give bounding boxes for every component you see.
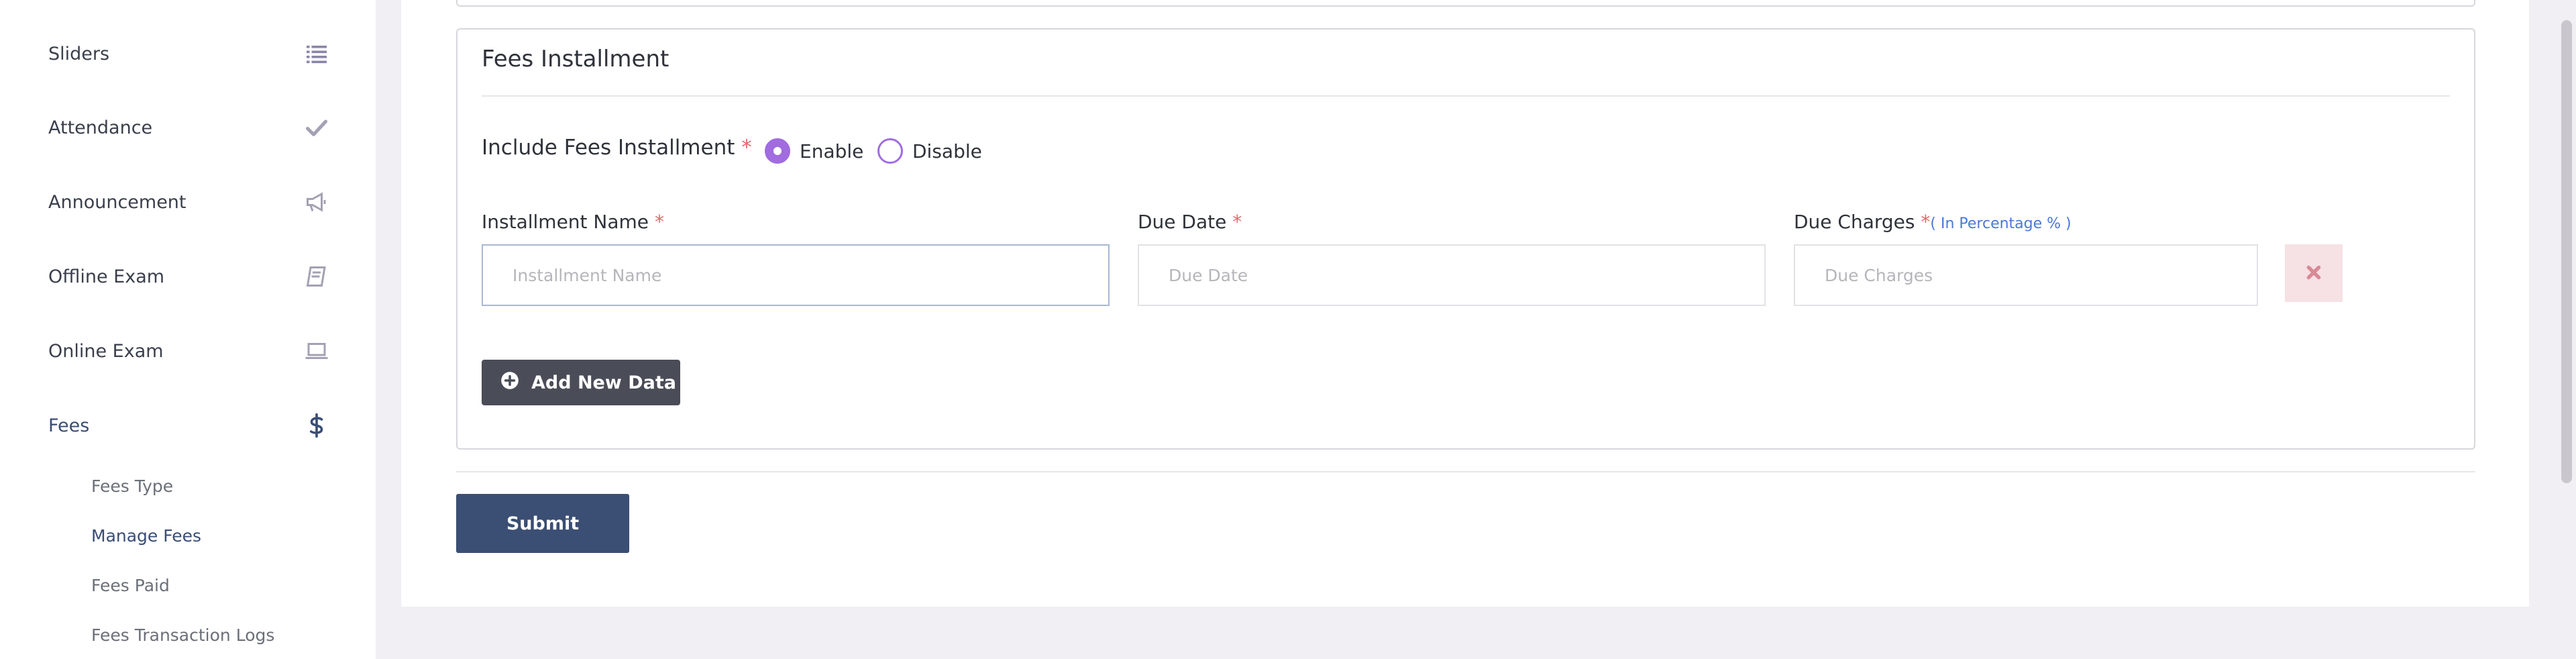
plus-circle-icon <box>500 371 519 395</box>
required-mark: * <box>654 211 664 233</box>
due-charges-label: Due Charges *( In Percentage % ) <box>1794 211 2072 233</box>
installment-name-input[interactable] <box>482 244 1110 306</box>
sidebar-item-offline-exam[interactable]: Offline Exam <box>48 256 330 297</box>
submenu-item-fees-type[interactable]: Fees Type <box>91 476 173 496</box>
sidebar-item-label: Online Exam <box>48 340 164 362</box>
list-icon <box>303 40 330 67</box>
radio-checked-icon[interactable] <box>765 138 790 164</box>
laptop-icon <box>303 338 330 364</box>
disable-radio[interactable]: Disable <box>877 138 982 164</box>
percentage-hint: ( In Percentage % ) <box>1930 215 2072 232</box>
disable-radio-label: Disable <box>912 140 982 162</box>
sidebar-item-label: Sliders <box>48 43 110 64</box>
section-title: Fees Installment <box>482 46 669 72</box>
remove-row-button[interactable] <box>2285 244 2343 302</box>
submit-button[interactable]: Submit <box>456 494 629 553</box>
include-installment-text: Include Fees Installment <box>482 136 735 160</box>
due-charges-input[interactable] <box>1794 244 2258 306</box>
submenu-item-fees-paid[interactable]: Fees Paid <box>91 576 170 595</box>
enable-radio[interactable]: Enable <box>765 138 863 164</box>
sidebar-item-announcement[interactable]: Announcement <box>48 182 330 222</box>
dollar-icon <box>303 412 330 439</box>
fees-installment-section <box>456 28 2475 450</box>
submenu-item-fees-transaction-logs[interactable]: Fees Transaction Logs <box>91 625 274 645</box>
enable-radio-label: Enable <box>800 140 864 162</box>
sidebar-item-attendance[interactable]: Attendance <box>48 107 330 148</box>
required-mark: * <box>1921 211 1931 233</box>
add-new-data-label: Add New Data <box>531 372 676 393</box>
sidebar: Sliders Attendance Announcement Offline … <box>0 0 376 659</box>
check-icon <box>303 114 330 141</box>
due-charges-label-text: Due Charges <box>1794 211 1915 233</box>
sidebar-item-label: Offline Exam <box>48 266 165 287</box>
include-installment-label: Include Fees Installment * <box>482 136 752 160</box>
add-new-data-button[interactable]: Add New Data <box>482 360 680 405</box>
submenu-item-manage-fees[interactable]: Manage Fees <box>91 526 201 546</box>
page-scrollbar[interactable] <box>2557 0 2576 659</box>
sidebar-item-label: Announcement <box>48 191 186 213</box>
section-divider <box>482 95 2450 97</box>
radio-unchecked-icon[interactable] <box>877 138 903 164</box>
installment-name-label: Installment Name * <box>482 211 664 233</box>
previous-section-box <box>456 0 2475 7</box>
sidebar-item-fees[interactable]: Fees <box>48 405 330 446</box>
scrollbar-thumb[interactable] <box>2561 20 2572 483</box>
form-divider <box>456 471 2475 472</box>
sidebar-item-online-exam[interactable]: Online Exam <box>48 331 330 371</box>
installment-name-label-text: Installment Name <box>482 211 649 233</box>
required-mark: * <box>1232 211 1242 233</box>
due-date-label-text: Due Date <box>1138 211 1227 233</box>
due-date-label: Due Date * <box>1138 211 1242 233</box>
close-icon <box>2305 264 2322 283</box>
required-mark: * <box>741 136 752 160</box>
sidebar-item-label: Fees <box>48 415 90 436</box>
megaphone-icon <box>303 189 330 215</box>
book-icon <box>303 263 330 290</box>
due-date-input[interactable] <box>1138 244 1766 306</box>
sidebar-item-sliders[interactable]: Sliders <box>48 34 330 74</box>
sidebar-item-label: Attendance <box>48 117 153 138</box>
